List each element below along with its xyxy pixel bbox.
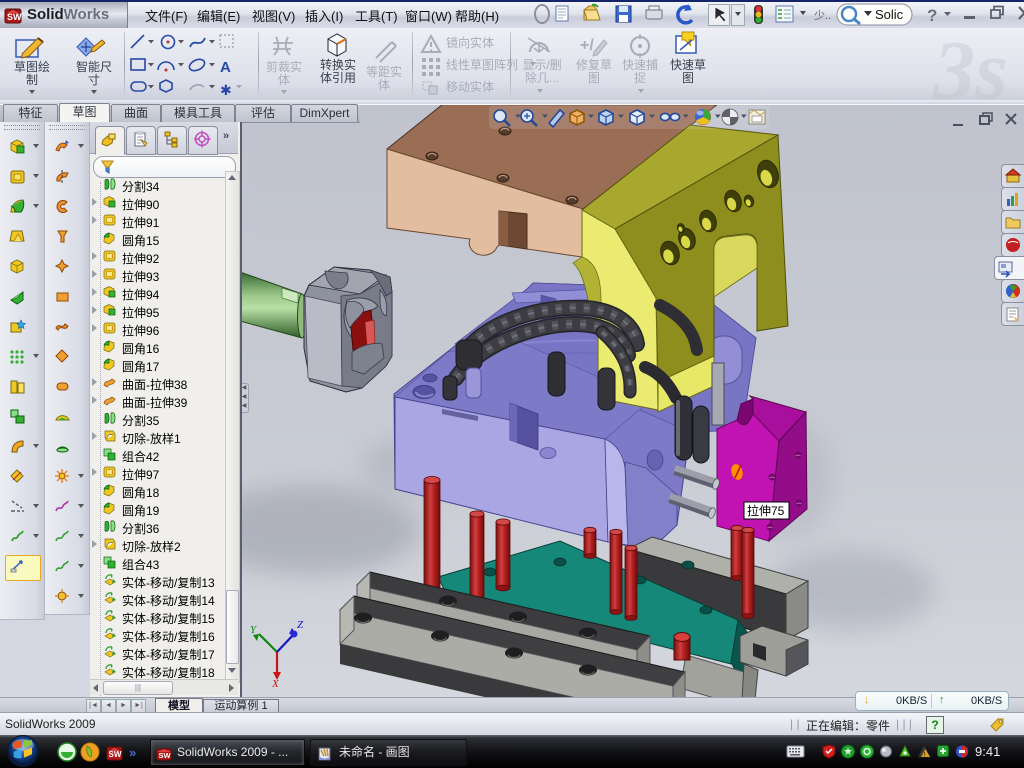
svg-text:»: »: [129, 745, 136, 760]
svg-text:SW: SW: [7, 12, 22, 22]
svg-text:SW: SW: [159, 751, 172, 760]
svg-text:A: A: [220, 59, 231, 76]
svg-text:Z: Z: [297, 619, 304, 631]
svg-text:SW: SW: [109, 750, 122, 759]
svg-text:✱: ✱: [220, 82, 232, 98]
svg-text:少..: 少..: [814, 9, 831, 22]
svg-text:X: X: [271, 678, 280, 690]
svg-text:+/: +/: [580, 37, 594, 54]
svg-text:Solic: Solic: [875, 7, 904, 22]
svg-text:拉伸75: 拉伸75: [747, 503, 785, 518]
